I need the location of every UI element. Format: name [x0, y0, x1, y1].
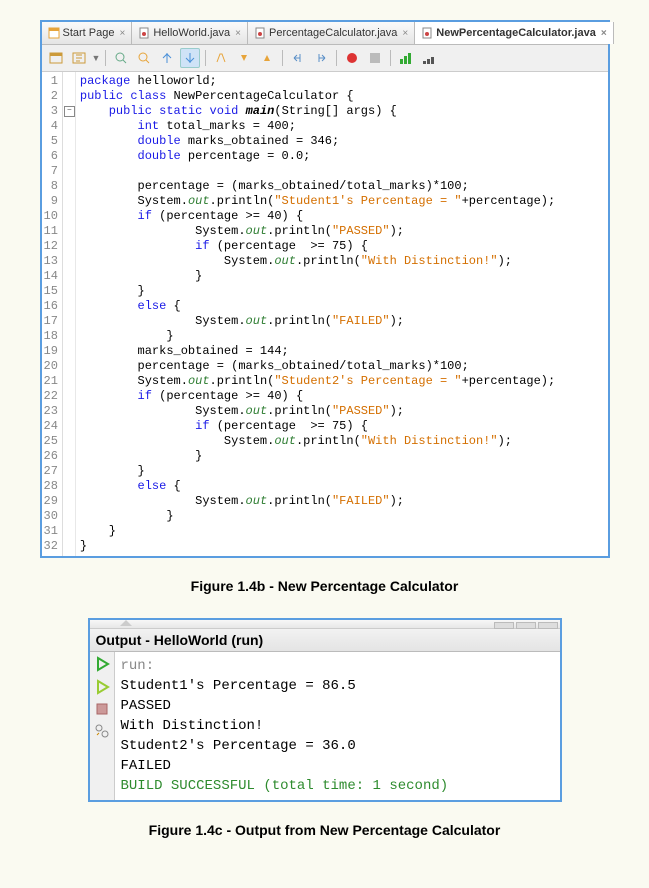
tab-newpercentagecalculator-java[interactable]: NewPercentageCalculator.java × [415, 22, 613, 44]
rerun-alt-icon[interactable] [94, 679, 110, 698]
java-file-icon [138, 27, 150, 39]
java-file-icon [421, 27, 433, 39]
output-line: Student2's Percentage = 36.0 [121, 736, 554, 756]
selection-up-icon[interactable] [257, 48, 277, 68]
output-line: With Distinction! [121, 716, 554, 736]
tab-label: HelloWorld.java [153, 27, 230, 39]
editor-toolbar: ▼ [42, 45, 608, 72]
uncomment-icon[interactable] [419, 48, 439, 68]
caption-1-4b: Figure 1.4b - New Percentage Calculator [20, 578, 629, 594]
fold-toggle-icon[interactable]: − [64, 106, 75, 117]
shift-right-icon[interactable] [311, 48, 331, 68]
tab-label: Start Page [63, 27, 115, 39]
rerun-icon[interactable] [94, 656, 110, 675]
zoom-back-icon[interactable] [111, 48, 131, 68]
line-gutter: 1234567891011121314151617181920212223242… [42, 72, 63, 556]
output-top-bar [90, 620, 560, 629]
tab-label: NewPercentageCalculator.java [436, 27, 596, 39]
toggle-highlight-icon[interactable] [211, 48, 231, 68]
tab-helloworld-java[interactable]: HelloWorld.java × [132, 22, 248, 44]
shift-left-icon[interactable] [288, 48, 308, 68]
selection-down-icon[interactable] [234, 48, 254, 68]
output-line: BUILD SUCCESSFUL (total time: 1 second) [121, 776, 554, 796]
source-icon[interactable] [46, 48, 66, 68]
output-side-icons [90, 652, 115, 800]
output-window: Output - HelloWorld (run) run:Student1's… [88, 618, 562, 802]
output-text: run:Student1's Percentage = 86.5PASSEDWi… [115, 652, 560, 800]
output-line: PASSED [121, 696, 554, 716]
settings-icon[interactable] [94, 723, 110, 742]
output-line: FAILED [121, 756, 554, 776]
history-icon[interactable] [69, 48, 89, 68]
output-line: Student1's Percentage = 86.5 [121, 676, 554, 696]
stop-macro-icon[interactable] [365, 48, 385, 68]
editor-window: Start Page×HelloWorld.java×PercentageCal… [40, 20, 610, 558]
tabstrip: Start Page×HelloWorld.java×PercentageCal… [42, 22, 608, 45]
comment-icon[interactable] [396, 48, 416, 68]
close-icon[interactable]: × [402, 28, 408, 39]
fold-column: − [63, 72, 76, 556]
caption-1-4c: Figure 1.4c - Output from New Percentage… [20, 822, 629, 838]
zoom-fwd-icon[interactable] [134, 48, 154, 68]
close-icon[interactable]: × [235, 28, 241, 39]
tab-label: PercentageCalculator.java [269, 27, 397, 39]
java-file-icon [254, 27, 266, 39]
prev-bookmark-icon[interactable] [157, 48, 177, 68]
output-line: run: [121, 656, 554, 676]
next-bookmark-icon[interactable] [180, 48, 200, 68]
close-icon[interactable]: × [119, 28, 125, 39]
source-code[interactable]: package helloworld; public class NewPerc… [76, 72, 608, 556]
tab-start-page[interactable]: Start Page × [42, 22, 133, 44]
stop-icon[interactable] [95, 702, 109, 719]
close-icon[interactable]: × [601, 28, 607, 39]
dropdown-arrow-icon[interactable]: ▼ [92, 53, 101, 63]
code-area: 1234567891011121314151617181920212223242… [42, 72, 608, 556]
output-title: Output - HelloWorld (run) [90, 629, 560, 652]
tab-percentagecalculator-java[interactable]: PercentageCalculator.java × [248, 22, 415, 44]
record-macro-icon[interactable] [342, 48, 362, 68]
page-icon [48, 27, 60, 39]
